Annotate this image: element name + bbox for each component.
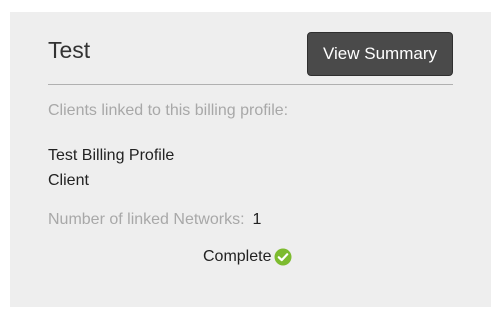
client-list-item: Client <box>48 172 89 189</box>
check-circle-icon <box>274 248 292 266</box>
card-header: Test View Summary <box>48 12 453 85</box>
linked-networks-count: 1 <box>252 211 262 228</box>
client-list: Test Billing Profile Client <box>48 143 174 193</box>
status-indicator: Complete <box>203 248 292 266</box>
client-list-item: Test Billing Profile <box>48 147 175 164</box>
view-summary-button[interactable]: View Summary <box>307 32 453 76</box>
status-text: Complete <box>203 248 272 265</box>
card-title: Test <box>48 37 91 63</box>
clients-section-label: Clients linked to this billing profile: <box>48 102 289 119</box>
billing-profile-card: Test View Summary Clients linked to this… <box>10 12 491 307</box>
linked-networks-label: Number of linked Networks: <box>48 211 245 228</box>
linked-networks-row: Number of linked Networks: 1 <box>48 211 261 229</box>
